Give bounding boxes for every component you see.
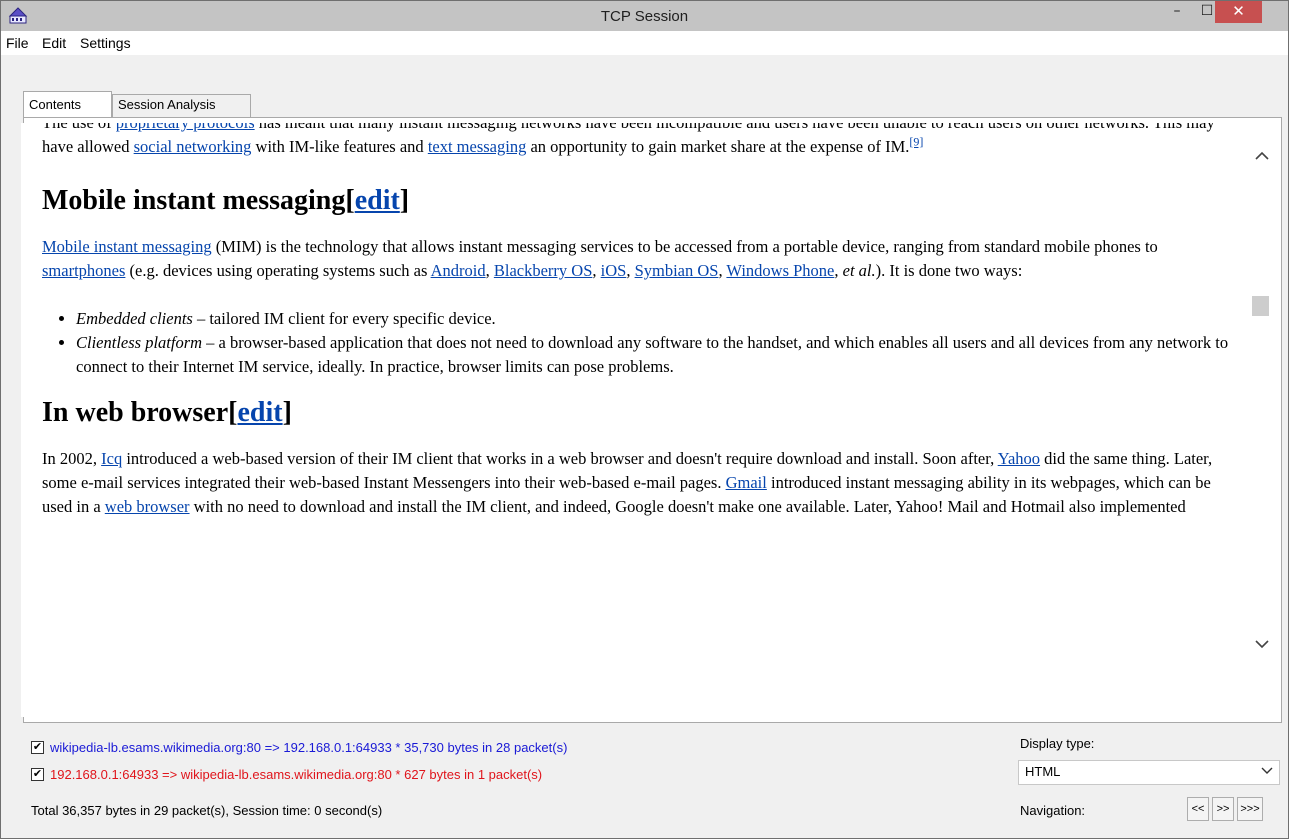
navigation-label: Navigation: bbox=[1020, 803, 1086, 818]
text: – tailored IM client for every specific … bbox=[192, 309, 496, 328]
mim-ways-list: Embedded clients – tailored IM client fo… bbox=[42, 307, 1237, 379]
link-blackberry-os[interactable]: Blackberry OS bbox=[494, 261, 593, 280]
vertical-scrollbar[interactable] bbox=[1249, 123, 1277, 717]
link-icq[interactable]: Icq bbox=[101, 449, 122, 468]
text: , bbox=[485, 261, 494, 280]
tab-contents[interactable]: Contents bbox=[23, 91, 112, 118]
heading-mobile-instant-messaging: Mobile instant messaging[edit] bbox=[42, 187, 1237, 215]
stream2-label: 192.168.0.1:64933 => wikipedia-lb.esams.… bbox=[50, 767, 543, 782]
reference-9[interactable]: [9] bbox=[909, 135, 923, 149]
heading-text: Mobile instant messaging bbox=[42, 185, 346, 216]
nav-next-button[interactable]: >> bbox=[1212, 797, 1234, 821]
display-type-label: Display type: bbox=[1020, 736, 1095, 751]
title-bar[interactable]: TCP Session – ☐ ✕ bbox=[1, 1, 1288, 31]
link-social-networking[interactable]: social networking bbox=[134, 137, 252, 156]
list-item: Clientless platform – a browser-based ap… bbox=[76, 331, 1237, 379]
text: introduced a web-based version of their … bbox=[122, 449, 998, 468]
session-total-text: Total 36,357 bytes in 29 packet(s), Sess… bbox=[31, 803, 383, 818]
heading-in-web-browser: In web browser[edit] bbox=[42, 399, 1237, 427]
stream2-checkbox[interactable]: ✔ bbox=[31, 768, 44, 781]
stream1-checkbox[interactable]: ✔ bbox=[31, 741, 44, 754]
chevron-down-icon bbox=[1261, 763, 1273, 780]
nav-last-button[interactable]: >>> bbox=[1237, 797, 1263, 821]
link-ios[interactable]: iOS bbox=[601, 261, 627, 280]
content-body: The use of proprietary protocols has mea… bbox=[42, 123, 1237, 519]
intro-paragraph: The use of proprietary protocols has mea… bbox=[42, 123, 1237, 159]
window-title: TCP Session bbox=[600, 8, 689, 25]
text: Clientless platform bbox=[76, 333, 203, 352]
menu-bar: File Edit Settings bbox=[1, 31, 1288, 55]
text: (MIM) is the technology that allows inst… bbox=[211, 237, 1158, 256]
text: – a browser-based application that does … bbox=[76, 333, 1229, 376]
text: Embedded clients bbox=[76, 309, 193, 328]
text: et al. bbox=[842, 261, 876, 280]
text: with no need to download and install the… bbox=[189, 497, 1186, 516]
list-item: Embedded clients – tailored IM client fo… bbox=[76, 307, 1237, 331]
bracket: [ bbox=[345, 185, 355, 216]
close-button[interactable]: ✕ bbox=[1215, 1, 1262, 23]
link-proprietary-protocols[interactable]: proprietary protocols bbox=[116, 123, 255, 132]
link-android[interactable]: Android bbox=[431, 261, 486, 280]
bracket: ] bbox=[282, 397, 292, 428]
text: , bbox=[592, 261, 601, 280]
stream1-label: wikipedia-lb.esams.wikimedia.org:80 => 1… bbox=[50, 740, 568, 755]
text: , bbox=[626, 261, 635, 280]
status-panel: ✔ wikipedia-lb.esams.wikimedia.org:80 =>… bbox=[1, 723, 1288, 838]
text: ). It is done two ways: bbox=[875, 261, 1023, 280]
bracket: ] bbox=[399, 185, 410, 216]
nav-first-button[interactable]: << bbox=[1187, 797, 1209, 821]
scroll-up-arrow-icon[interactable] bbox=[1253, 149, 1271, 167]
text: , bbox=[834, 261, 843, 280]
text: with IM-like features and bbox=[251, 137, 428, 156]
link-windows-phone[interactable]: Windows Phone bbox=[726, 261, 834, 280]
link-yahoo[interactable]: Yahoo bbox=[998, 449, 1040, 468]
display-type-select[interactable]: HTML bbox=[1018, 760, 1280, 785]
link-smartphones[interactable]: smartphones bbox=[42, 261, 125, 280]
text: The use of bbox=[42, 123, 116, 132]
web-paragraph: In 2002, Icq introduced a web-based vers… bbox=[42, 447, 1237, 519]
display-type-value: HTML bbox=[1025, 764, 1061, 779]
scroll-down-arrow-icon[interactable] bbox=[1253, 637, 1271, 655]
text: an opportunity to gain market share at t… bbox=[526, 137, 910, 156]
text: (e.g. devices using operating systems su… bbox=[125, 261, 431, 280]
link-web-browser[interactable]: web browser bbox=[105, 497, 190, 516]
tab-session-analysis[interactable]: Session Analysis bbox=[112, 94, 251, 118]
menu-settings[interactable]: Settings bbox=[80, 35, 131, 51]
link-gmail[interactable]: Gmail bbox=[726, 473, 767, 492]
heading-text: In web browser bbox=[42, 397, 229, 428]
scroll-thumb[interactable] bbox=[1252, 296, 1269, 316]
link-mobile-instant-messaging[interactable]: Mobile instant messaging bbox=[42, 237, 212, 256]
tcp-session-window: TCP Session – ☐ ✕ File Edit Settings Con… bbox=[0, 0, 1289, 839]
html-content-view[interactable]: The use of proprietary protocols has mea… bbox=[21, 123, 1249, 717]
menu-edit[interactable]: Edit bbox=[42, 35, 66, 51]
minimize-button[interactable]: – bbox=[1163, 3, 1191, 25]
edit-link-web-browser[interactable]: edit bbox=[237, 397, 282, 428]
edit-link-mobile[interactable]: edit bbox=[355, 185, 400, 216]
mim-paragraph: Mobile instant messaging (MIM) is the te… bbox=[42, 235, 1237, 283]
text: In 2002, bbox=[42, 449, 102, 468]
link-symbian-os[interactable]: Symbian OS bbox=[635, 261, 719, 280]
menu-file[interactable]: File bbox=[6, 35, 29, 51]
link-text-messaging[interactable]: text messaging bbox=[428, 137, 527, 156]
